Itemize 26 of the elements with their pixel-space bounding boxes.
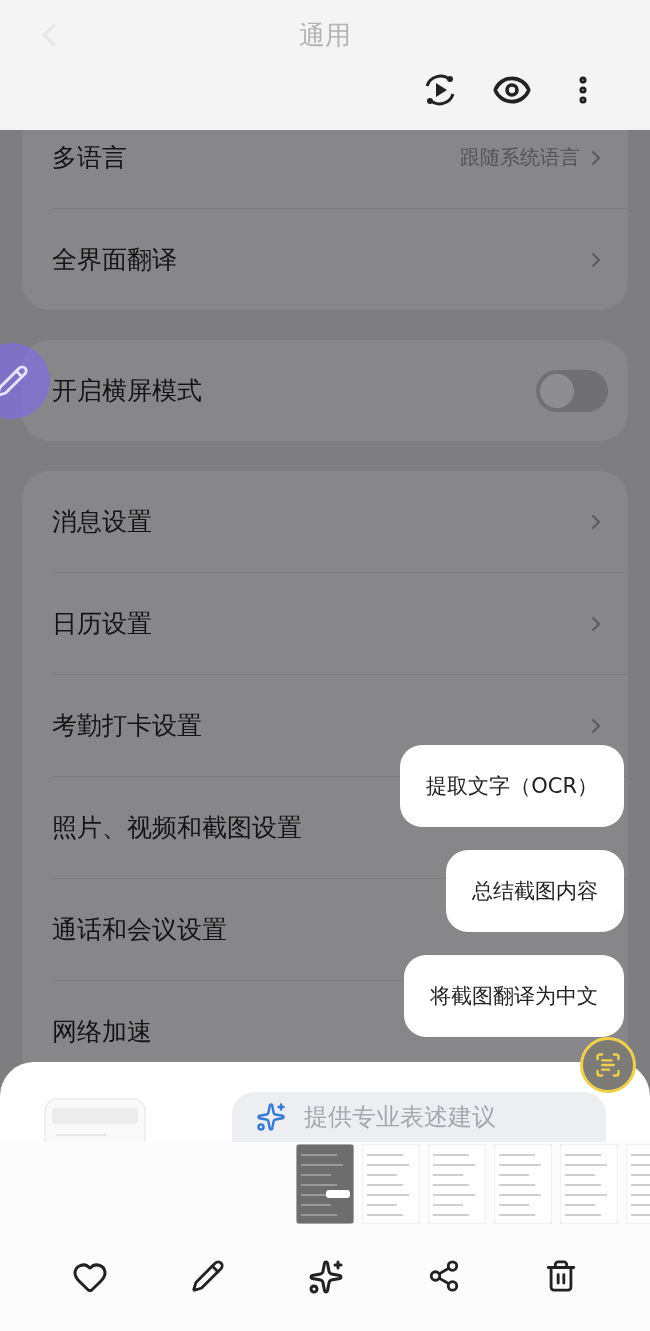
toggle-switch[interactable]: [536, 369, 608, 412]
setting-label[interactable]: 全界面翻译: [52, 243, 177, 276]
setting-label[interactable]: 多语言: [52, 141, 127, 174]
ai-button[interactable]: [307, 1259, 344, 1295]
page-title: 通用: [299, 18, 351, 52]
action-chip[interactable]: 将截图翻译为中文: [404, 955, 624, 1037]
setting-label[interactable]: 网络加速: [52, 1015, 152, 1048]
setting-label[interactable]: 通话和会议设置: [52, 913, 227, 946]
setting-label[interactable]: 消息设置: [52, 505, 152, 538]
edit-button[interactable]: [190, 1259, 225, 1295]
action-chip[interactable]: 总结截图内容: [446, 850, 624, 932]
screenshot-thumbnail[interactable]: [494, 1144, 552, 1224]
setting-label[interactable]: 日历设置: [52, 607, 152, 640]
screenshot-thumbnail[interactable]: [560, 1144, 618, 1224]
screenshot-thumbnail[interactable]: [362, 1144, 420, 1224]
pen-icon: [0, 364, 29, 398]
setting-label[interactable]: 照片、视频和截图设置: [52, 811, 302, 844]
suggestion-text: 提供专业表述建议: [304, 1102, 496, 1133]
screenshot-thumbnail[interactable]: [428, 1144, 486, 1224]
text-scan-icon: [594, 1051, 622, 1079]
setting-label[interactable]: 考勤打卡设置: [52, 709, 202, 742]
action-chip[interactable]: 提取文字（OCR）: [400, 745, 624, 827]
text-scan-button[interactable]: [580, 1037, 636, 1093]
sparkle-icon: [256, 1102, 286, 1132]
screenshot-thumbnail[interactable]: [296, 1144, 354, 1224]
setting-label[interactable]: 开启横屏模式: [52, 374, 202, 407]
